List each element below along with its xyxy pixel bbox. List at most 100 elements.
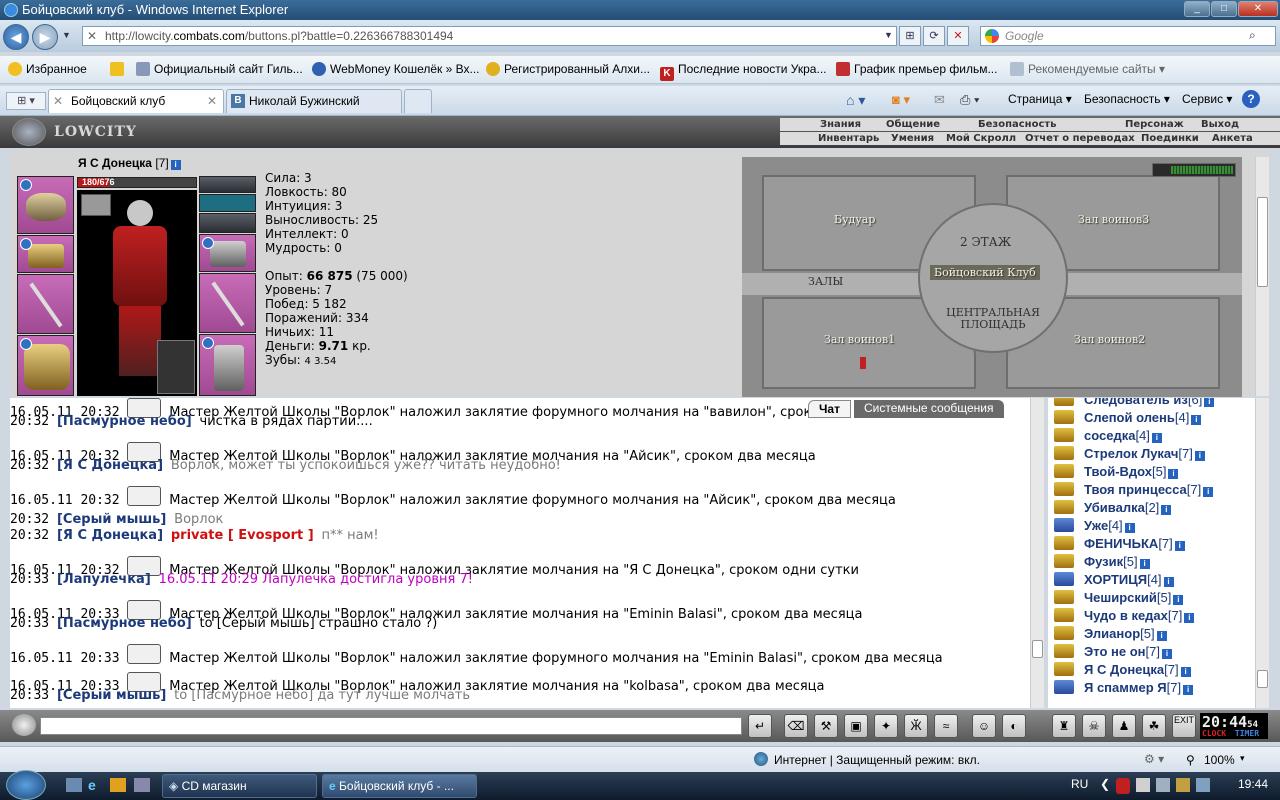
info-icon[interactable]: i <box>1191 415 1202 425</box>
info-icon[interactable]: i <box>1184 613 1195 623</box>
info-icon[interactable]: i <box>1203 487 1214 497</box>
mail-icon[interactable]: ✉ <box>934 92 945 108</box>
info-icon[interactable]: i <box>1180 667 1191 677</box>
user-list-item[interactable]: Я С Донецка[7] i <box>1054 662 1191 677</box>
speed-icon[interactable]: ≈ <box>934 714 958 738</box>
user-list-item[interactable]: Твой-Вдох[5] i <box>1054 464 1179 479</box>
menu-inventory[interactable]: Инвентарь <box>818 132 879 145</box>
info-icon[interactable]: i <box>1168 469 1179 479</box>
exit-icon[interactable]: EXIT <box>1172 714 1196 738</box>
favorite-link-4[interactable]: K Последние новости Укра... <box>660 62 826 81</box>
party-icon[interactable]: ♟ <box>1112 714 1136 738</box>
bag-icon[interactable]: ♜ <box>1052 714 1076 738</box>
scroll-thumb[interactable] <box>1257 670 1268 688</box>
user-list-item[interactable]: Уже[4] i <box>1054 518 1135 533</box>
zoom-dropdown-icon[interactable]: ▾ <box>1240 753 1245 764</box>
chat-nick[interactable]: [Серый мышь] <box>57 688 166 703</box>
protected-mode-icon[interactable]: ⚙ ▾ <box>1144 752 1164 766</box>
chat-log[interactable]: 16.05.11 20:32 Мастер Желтой Школы "Ворл… <box>10 398 1040 708</box>
location-map[interactable]: Будуар Зал воинов3 2 ЭТАЖ Бойцовский Клу… <box>742 157 1242 397</box>
smile-panel-icon[interactable] <box>12 714 36 736</box>
chat-nick[interactable]: [Я С Донецка] <box>57 458 163 473</box>
send-icon[interactable]: ↵ <box>748 714 772 738</box>
address-dropdown-icon[interactable]: ▼ <box>884 30 893 40</box>
chat-tab-system[interactable]: Системные сообщения <box>854 400 1004 418</box>
filter-icon[interactable]: ⚒ <box>814 714 838 738</box>
info-icon[interactable]: i <box>1163 577 1174 587</box>
chat-nick[interactable]: [Пасмурное небо] <box>57 414 192 429</box>
main-scrollbar[interactable] <box>1255 157 1269 396</box>
chat-nick[interactable]: [Лапулечка] <box>57 572 151 587</box>
language-indicator[interactable]: RU <box>1071 777 1088 791</box>
search-icon[interactable]: ⌕ <box>1249 28 1256 43</box>
skull-icon[interactable]: ☠ <box>1082 714 1106 738</box>
clear-icon[interactable]: ⌫ <box>784 714 808 738</box>
user-list-item[interactable]: Чудо в кедах[7] i <box>1054 608 1195 623</box>
close-window-button[interactable]: ✕ <box>1238 1 1278 17</box>
switch-windows-icon[interactable] <box>134 778 150 792</box>
accessory-slots[interactable] <box>199 213 256 233</box>
gloves-right-slot[interactable] <box>199 234 256 272</box>
chat-nick[interactable]: [Серый мышь] <box>57 512 166 527</box>
info-icon[interactable]: i <box>1139 559 1150 569</box>
buff-icon[interactable] <box>81 194 111 216</box>
safety-menu[interactable]: Безопасность ▾ <box>1084 92 1170 106</box>
info-icon[interactable]: i <box>1183 685 1194 695</box>
refresh-button[interactable]: ⟳ <box>923 26 945 46</box>
info-icon[interactable]: i <box>1161 505 1172 515</box>
chat-nick[interactable]: [Пасмурное небо] <box>57 616 192 631</box>
quick-tabs-button[interactable]: ⊞ ▾ <box>6 92 46 110</box>
character-name[interactable]: Я С Донецка [7] i <box>78 156 181 170</box>
user-list-item[interactable]: Слепой олень[4] i <box>1054 410 1202 425</box>
friends-icon[interactable]: ☘ <box>1142 714 1166 738</box>
menu-knowledge[interactable]: Знания <box>820 118 861 131</box>
menu-exit[interactable]: Выход <box>1201 118 1239 131</box>
tab-boitsovsky-klub[interactable]: ✕ Бойцовский клуб ✕ <box>48 89 224 113</box>
new-tab-button[interactable] <box>404 89 432 113</box>
tray-icon[interactable] <box>1176 778 1190 792</box>
info-icon[interactable]: i <box>1151 433 1162 443</box>
show-desktop-icon[interactable] <box>66 778 82 792</box>
user-list-item[interactable]: Стрелок Лукач[7] i <box>1054 446 1205 461</box>
rss-icon[interactable]: ◙ ▾ <box>892 92 910 108</box>
favorite-link-1[interactable]: Официальный сайт Гиль... <box>136 62 303 76</box>
tray-icon[interactable] <box>1196 778 1210 792</box>
search-input[interactable]: Google ⌕ <box>980 26 1276 46</box>
chat-private[interactable]: private [ Evosport ] <box>171 528 314 543</box>
user-list-item[interactable]: Чеширский[5] i <box>1054 590 1184 605</box>
recommended-sites[interactable]: Рекомендуемые сайты ▾ <box>1010 62 1165 76</box>
userlist-scrollbar[interactable] <box>1255 398 1269 708</box>
chat-input[interactable] <box>40 717 742 735</box>
user-list-item[interactable]: ХОРТИЦЯ[4] i <box>1054 572 1174 587</box>
ie-quicklaunch-icon[interactable]: e <box>88 777 96 793</box>
armor-slot[interactable] <box>17 335 74 396</box>
maximize-button[interactable]: □ <box>1211 1 1237 17</box>
zoom-level[interactable]: 100% <box>1204 753 1235 767</box>
menu-battles[interactable]: Поединки <box>1141 132 1199 145</box>
boots-slot[interactable] <box>199 334 256 396</box>
chat-scrollbar[interactable] <box>1030 398 1044 708</box>
favorites-button[interactable]: Избранное <box>8 62 87 76</box>
print-icon[interactable]: ⎙ ▾ <box>960 92 979 108</box>
smiley-icon[interactable]: ☺ <box>972 714 996 738</box>
chat-nick[interactable]: [Я С Донецка] <box>57 528 163 543</box>
helmet-settings-icon[interactable]: ◐ <box>1002 714 1026 738</box>
taskbar-cd-shop[interactable]: ◈ CD магазин <box>162 774 317 798</box>
taskbar-fight-club[interactable]: e Бойцовский клуб - ... <box>322 774 477 798</box>
amulet-slot[interactable] <box>199 194 256 212</box>
info-icon[interactable]: i <box>1161 649 1172 659</box>
info-icon[interactable]: i <box>1124 523 1135 533</box>
user-list-item[interactable]: Я спаммер Я[7] i <box>1054 680 1194 695</box>
forward-button[interactable]: ▶ <box>32 24 58 50</box>
user-list-item[interactable]: Это не он[7] i <box>1054 644 1172 659</box>
zone-status[interactable]: Интернет | Защищенный режим: вкл. <box>774 753 980 767</box>
address-bar[interactable]: ✕ http://lowcity.combats.com/buttons.pl?… <box>82 26 897 46</box>
info-icon[interactable]: i <box>1174 541 1185 551</box>
minimize-button[interactable]: _ <box>1184 1 1210 17</box>
pet-cat-icon[interactable] <box>157 340 195 394</box>
help-icon[interactable]: ? <box>1242 90 1260 108</box>
compatibility-view-button[interactable]: ⊞ <box>899 26 921 46</box>
helmet-slot[interactable] <box>17 176 74 234</box>
info-icon[interactable]: i <box>1194 451 1205 461</box>
info-icon[interactable]: i <box>170 160 181 170</box>
